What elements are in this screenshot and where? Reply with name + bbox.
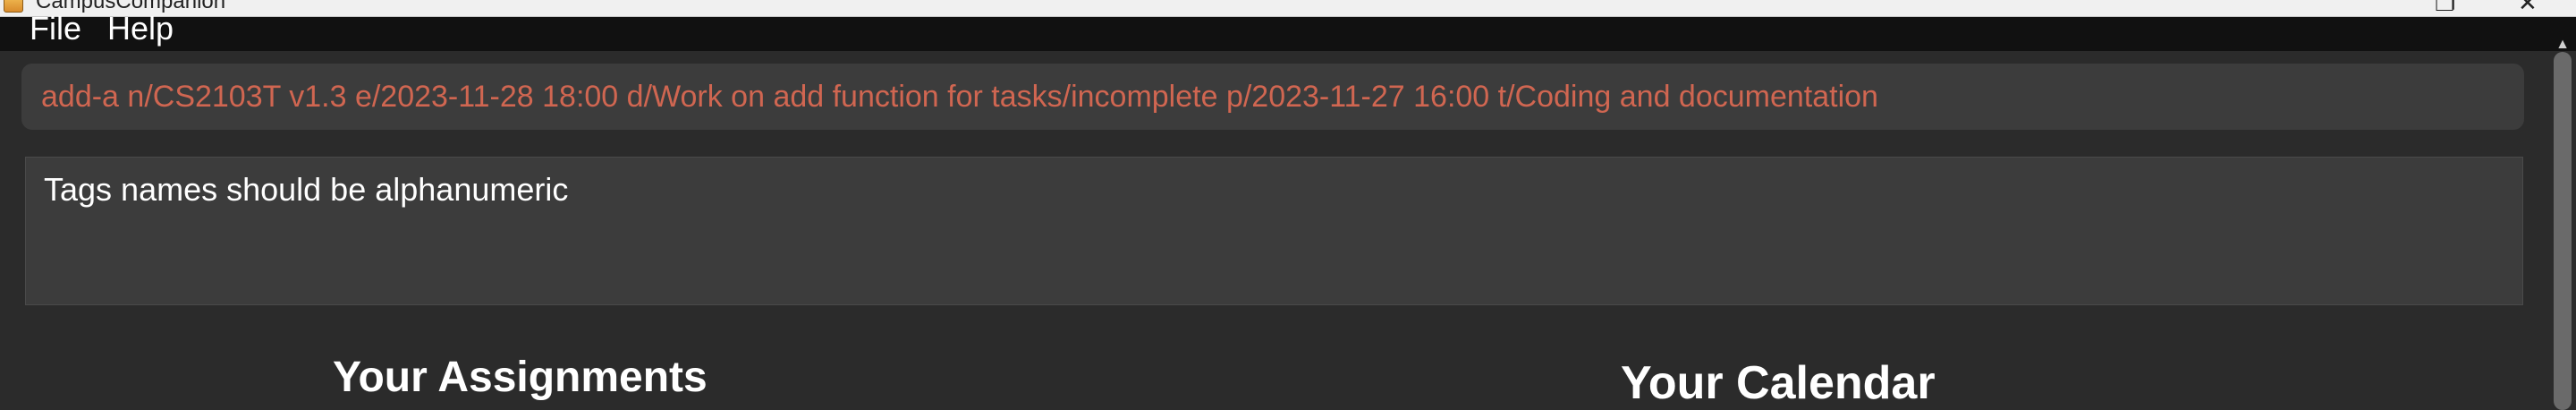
app-window: CampusCompanion ❐ ✕ File Help add-a n/CS… <box>0 0 2576 410</box>
result-display[interactable]: Tags names should be alphanumeric <box>25 157 2523 305</box>
calendar-heading: Your Calendar <box>1621 357 1936 409</box>
command-box[interactable]: add-a n/CS2103T v1.3 e/2023-11-28 18:00 … <box>21 64 2524 130</box>
app-icon <box>4 0 23 13</box>
assignments-heading: Your Assignments <box>333 354 708 401</box>
title-bar[interactable]: CampusCompanion ❐ ✕ <box>0 0 2576 17</box>
menu-bar: File Help <box>0 11 2576 51</box>
menu-file[interactable]: File <box>30 11 81 47</box>
scroll-up-arrow-icon[interactable]: ▲ <box>2550 38 2575 52</box>
command-input[interactable]: add-a n/CS2103T v1.3 e/2023-11-28 18:00 … <box>41 64 2510 130</box>
menu-help[interactable]: Help <box>107 11 174 47</box>
result-message: Tags names should be alphanumeric <box>44 171 569 208</box>
close-icon[interactable]: ✕ <box>2518 0 2538 14</box>
restore-icon[interactable]: ❐ <box>2435 0 2455 14</box>
scrollbar-thumb[interactable] <box>2554 52 2572 410</box>
